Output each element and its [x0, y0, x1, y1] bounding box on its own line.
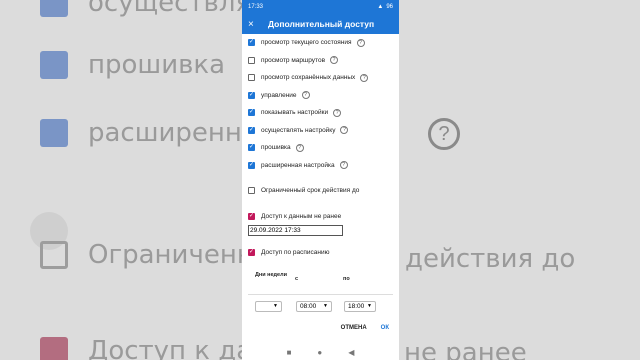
divider — [248, 293, 393, 295]
permission-label: просмотр текущего состояния — [261, 39, 352, 47]
bg-item: Ограниченн — [40, 240, 254, 270]
help-icon[interactable]: ? — [340, 126, 349, 135]
schedule-row: ▼ 08:00 ▼ 18:00 ▼ — [248, 300, 399, 312]
permission-advanced-settings[interactable]: ✓ расширенная настройка ? — [248, 157, 399, 175]
bg-help-icon: ? — [428, 118, 460, 150]
access-not-before-option[interactable]: ✓ Доступ к данным не ранее — [248, 208, 399, 226]
checkbox-checked[interactable]: ✓ — [248, 39, 255, 47]
bg-item: осуществля — [40, 0, 251, 18]
cancel-button[interactable]: ОТМЕНА — [341, 325, 367, 331]
permission-label: показывать настройки — [261, 109, 329, 117]
col-from: с — [295, 275, 299, 282]
permission-label: осуществлять настройку — [261, 126, 336, 134]
schedule-header: Дни недели с по — [248, 272, 399, 282]
bg-label: Ограниченн — [88, 240, 254, 270]
bg-checkbox — [40, 119, 68, 147]
bg-label: осуществля — [88, 0, 252, 18]
bg-checkbox — [40, 241, 68, 269]
from-time-select[interactable]: 08:00 ▼ — [296, 300, 332, 312]
day-select[interactable]: ▼ — [255, 300, 282, 312]
help-icon[interactable]: ? — [301, 91, 310, 100]
help-icon[interactable]: ? — [356, 38, 365, 47]
help-icon[interactable]: ? — [339, 161, 348, 170]
checkbox-checked[interactable]: ✓ — [248, 161, 255, 169]
navigation-bar: ■ ● ◀ — [242, 344, 399, 360]
signal-icon: ▲ — [377, 4, 384, 10]
bg-checkbox — [40, 0, 68, 17]
checkbox-checked[interactable]: ✓ — [248, 249, 255, 257]
help-icon[interactable]: ? — [295, 143, 304, 152]
bg-label: расширенна — [88, 118, 258, 148]
col-days: Дни недели — [255, 271, 287, 278]
chevron-down-icon: ▼ — [273, 303, 278, 309]
permission-configure[interactable]: ✓ осуществлять настройку ? — [248, 122, 399, 140]
permission-show-settings[interactable]: ✓ показывать настройки ? — [248, 104, 399, 122]
permission-view-saved-data[interactable]: просмотр сохранённых данных ? — [248, 69, 399, 87]
checkbox-unchecked[interactable] — [248, 74, 255, 82]
checkbox-checked[interactable]: ✓ — [248, 109, 255, 117]
option-label: Доступ к данным не ранее — [261, 212, 342, 220]
bg-checkbox — [40, 337, 68, 360]
checkbox-unchecked[interactable] — [248, 187, 255, 195]
checkbox-checked[interactable]: ✓ — [248, 212, 255, 220]
dialog-title: Дополнительный доступ — [268, 19, 375, 29]
chevron-down-icon: ▼ — [367, 303, 372, 309]
bg-item: Доступ к дан — [40, 336, 269, 360]
dialog-buttons: ОТМЕНА ОК — [341, 325, 389, 331]
permission-firmware[interactable]: ✓ прошивка ? — [248, 139, 399, 157]
checkbox-checked[interactable]: ✓ — [248, 144, 255, 152]
permission-label: просмотр маршрутов — [261, 56, 326, 64]
bg-item: расширенна — [40, 118, 258, 148]
col-to: по — [343, 275, 350, 282]
back-icon[interactable]: ◀ — [348, 348, 354, 357]
permission-view-routes[interactable]: просмотр маршрутов ? — [248, 52, 399, 70]
to-value: 18:00 — [348, 302, 365, 310]
bg-label-suffix: действия до — [405, 244, 576, 274]
status-icons: ▲ 96 — [377, 4, 393, 10]
bg-label: прошивка — [88, 50, 226, 80]
close-icon[interactable]: × — [248, 19, 262, 30]
date-time-field[interactable]: 29.09.2022 17:33 — [248, 225, 343, 236]
home-icon[interactable]: ● — [317, 348, 322, 357]
checkbox-checked[interactable]: ✓ — [248, 126, 255, 134]
app-bar: × Дополнительный доступ — [242, 14, 399, 34]
ok-button[interactable]: ОК — [381, 325, 389, 331]
help-icon[interactable]: ? — [360, 73, 369, 82]
status-bar: 17:33 ▲ 96 — [242, 0, 399, 14]
to-time-select[interactable]: 18:00 ▼ — [344, 300, 376, 312]
battery-level: 96 — [386, 4, 393, 10]
permission-label: просмотр сохранённых данных — [261, 74, 356, 82]
recents-icon[interactable]: ■ — [287, 348, 292, 357]
permissions-list: ✓ просмотр текущего состояния ? просмотр… — [242, 34, 399, 312]
permission-label: прошивка — [261, 144, 291, 152]
bg-label-suffix: не ранее — [404, 338, 527, 360]
bg-item: прошивка — [40, 50, 225, 80]
permission-label: расширенная настройка — [261, 161, 335, 169]
permission-view-state[interactable]: ✓ просмотр текущего состояния ? — [248, 34, 399, 52]
schedule-access-option[interactable]: ✓ Доступ по расписанию — [248, 244, 399, 262]
chevron-down-icon: ▼ — [323, 303, 328, 309]
permission-control[interactable]: ✓ управление ? — [248, 87, 399, 105]
from-value: 08:00 — [300, 302, 317, 310]
phone-screen: 17:33 ▲ 96 × Дополнительный доступ ✓ про… — [242, 0, 399, 360]
checkbox-unchecked[interactable] — [248, 56, 255, 64]
permission-label: управление — [261, 91, 297, 99]
limited-validity-option[interactable]: Ограниченный срок действия до — [248, 182, 399, 200]
option-label: Ограниченный срок действия до — [261, 187, 360, 195]
bg-checkbox — [40, 51, 68, 79]
option-label: Доступ по расписанию — [261, 249, 330, 257]
checkbox-checked[interactable]: ✓ — [248, 91, 255, 99]
help-icon[interactable]: ? — [333, 108, 342, 117]
status-time: 17:33 — [248, 4, 264, 10]
help-icon[interactable]: ? — [330, 56, 339, 65]
